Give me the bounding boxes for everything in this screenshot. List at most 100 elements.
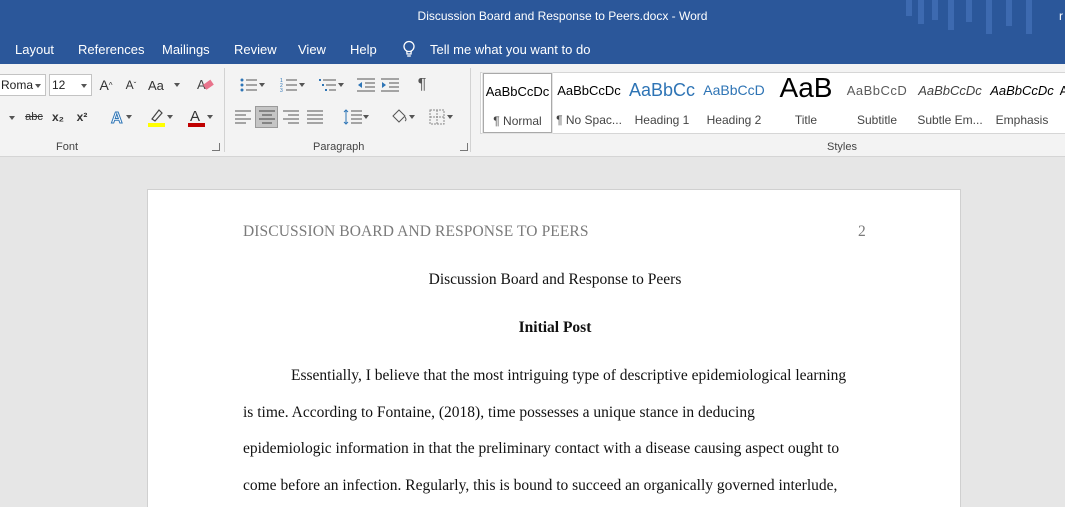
chevron-down-icon bbox=[207, 115, 213, 119]
chevron-down-icon bbox=[409, 115, 415, 119]
font-group-label: Font bbox=[56, 141, 79, 153]
chevron-down-icon[interactable] bbox=[9, 116, 15, 120]
borders-button[interactable] bbox=[420, 106, 454, 128]
decrease-indent-icon bbox=[357, 78, 375, 92]
account-name[interactable]: r bbox=[1059, 9, 1063, 23]
body-text-line: is time. According to Fontaine, (2018), … bbox=[243, 404, 755, 421]
align-right-icon bbox=[283, 110, 299, 124]
svg-text:A: A bbox=[190, 108, 200, 125]
chevron-down-icon bbox=[167, 115, 173, 119]
tab-layout[interactable]: Layout bbox=[15, 42, 54, 57]
grow-font-label: A bbox=[99, 77, 109, 93]
style-sample-partial: A bbox=[1059, 83, 1065, 98]
change-case-label: Aa bbox=[148, 77, 164, 93]
font-dialog-launcher[interactable] bbox=[212, 143, 220, 151]
tab-view[interactable]: View bbox=[298, 42, 326, 57]
align-right-button[interactable] bbox=[280, 106, 302, 128]
clear-formatting-button[interactable]: A bbox=[194, 74, 216, 96]
font-size-box[interactable]: 12 bbox=[49, 74, 92, 96]
style-sample: AaBbCcD bbox=[846, 83, 908, 98]
svg-text:A: A bbox=[111, 110, 123, 125]
align-left-button[interactable] bbox=[232, 106, 254, 128]
document-page[interactable]: DISCUSSION BOARD AND RESPONSE TO PEERS 2… bbox=[147, 189, 961, 507]
ribbon-tabs: Layout References Mailings Review View H… bbox=[0, 36, 1065, 64]
style-normal[interactable]: AaBbCcDc ¶ Normal bbox=[482, 72, 553, 134]
style-heading-1[interactable]: AaBbCc Heading 1 bbox=[627, 73, 697, 133]
justify-icon bbox=[307, 110, 323, 124]
style-sample: AaBbCcDc bbox=[918, 83, 982, 98]
style-sample: AaBbCcDc bbox=[990, 83, 1054, 98]
grow-font-button[interactable]: A ^ bbox=[97, 74, 115, 96]
style-name: Subtitle bbox=[856, 113, 898, 127]
style-sample: AaBbCcD bbox=[703, 82, 765, 98]
style-subtitle[interactable]: AaBbCcD Subtitle bbox=[843, 73, 911, 133]
ribbon: Roma 12 A ^ Aˇ Aa A abc x₂ x² A A Font 1… bbox=[0, 64, 1065, 157]
font-name-box[interactable]: Roma bbox=[0, 74, 46, 96]
line-spacing-button[interactable] bbox=[336, 106, 370, 128]
body-text-line: epidemiologic information in that the pr… bbox=[243, 440, 840, 457]
style-heading-2[interactable]: AaBbCcD Heading 2 bbox=[700, 73, 768, 133]
chevron-down-icon bbox=[259, 83, 265, 87]
style-name: Title bbox=[794, 113, 818, 127]
document-title: Discussion Board and Response to Peers bbox=[428, 271, 682, 288]
tab-references[interactable]: References bbox=[78, 42, 144, 57]
show-formatting-marks-button[interactable]: ¶ bbox=[411, 74, 433, 96]
highlighter-icon bbox=[148, 109, 165, 127]
style-more[interactable]: A bbox=[1059, 73, 1065, 133]
chevron-down-icon bbox=[299, 83, 305, 87]
section-heading: Initial Post bbox=[518, 319, 592, 336]
style-sample: AaBbCc bbox=[628, 80, 696, 100]
line-spacing-icon bbox=[343, 109, 362, 125]
style-name: ¶ No Spac... bbox=[556, 113, 622, 127]
style-name: Heading 2 bbox=[706, 113, 762, 127]
body-text-line: come before an infection. Regularly, thi… bbox=[243, 477, 838, 494]
tab-help[interactable]: Help bbox=[350, 42, 377, 57]
chevron-down-icon bbox=[35, 84, 41, 88]
paragraph-dialog-launcher[interactable] bbox=[460, 143, 468, 151]
subscript-button[interactable]: x₂ bbox=[49, 106, 67, 128]
body-text-line: Essentially, I believe that the most int… bbox=[291, 367, 847, 384]
tell-me-search[interactable]: Tell me what you want to do bbox=[430, 42, 590, 57]
style-title[interactable]: AaB Title bbox=[772, 73, 840, 133]
style-name: Heading 1 bbox=[634, 113, 690, 127]
chevron-down-icon bbox=[363, 115, 369, 119]
chevron-down-icon bbox=[126, 115, 132, 119]
style-name: Emphasis bbox=[995, 113, 1049, 127]
strikethrough-button[interactable]: abc bbox=[23, 106, 45, 128]
tab-review[interactable]: Review bbox=[234, 42, 277, 57]
highlight-color-button[interactable] bbox=[140, 106, 174, 128]
bullets-button[interactable] bbox=[232, 74, 266, 96]
font-name-value: Roma bbox=[1, 78, 34, 92]
text-effects-icon: A bbox=[111, 110, 124, 126]
increase-indent-button[interactable] bbox=[379, 74, 401, 96]
align-left-icon bbox=[235, 110, 251, 124]
shrink-font-button[interactable]: Aˇ bbox=[122, 74, 140, 96]
style-sample: AaBbCcDc bbox=[557, 83, 621, 98]
chevron-down-icon bbox=[174, 83, 180, 87]
decrease-indent-button[interactable] bbox=[355, 74, 377, 96]
change-case-button[interactable]: Aa bbox=[148, 74, 182, 96]
align-center-button[interactable] bbox=[255, 106, 278, 128]
paint-bucket-icon bbox=[392, 109, 407, 123]
font-color-button[interactable]: A bbox=[180, 106, 214, 128]
svg-text:3: 3 bbox=[280, 88, 283, 93]
text-effects-button[interactable]: A bbox=[103, 106, 133, 128]
style-name: Subtle Em... bbox=[917, 113, 983, 127]
style-sample: AaBbCcDc bbox=[485, 84, 550, 99]
shading-button[interactable] bbox=[382, 106, 416, 128]
style-no-spacing[interactable]: AaBbCcDc ¶ No Spac... bbox=[555, 73, 623, 133]
chevron-down-icon bbox=[81, 84, 87, 88]
multilevel-list-icon bbox=[319, 79, 336, 91]
tab-mailings[interactable]: Mailings bbox=[162, 42, 210, 57]
paragraph-group-label: Paragraph bbox=[313, 141, 365, 153]
align-center-icon bbox=[258, 110, 275, 124]
multilevel-list-button[interactable] bbox=[311, 74, 345, 96]
style-emphasis[interactable]: AaBbCcDc Emphasis bbox=[988, 73, 1056, 133]
style-subtle-emphasis[interactable]: AaBbCcDc Subtle Em... bbox=[915, 73, 985, 133]
borders-icon bbox=[429, 109, 445, 125]
superscript-button[interactable]: x² bbox=[73, 106, 91, 128]
justify-button[interactable] bbox=[304, 106, 326, 128]
style-sample: AaB bbox=[779, 73, 833, 103]
font-size-value: 12 bbox=[52, 78, 66, 92]
numbering-button[interactable]: 123 bbox=[272, 74, 306, 96]
